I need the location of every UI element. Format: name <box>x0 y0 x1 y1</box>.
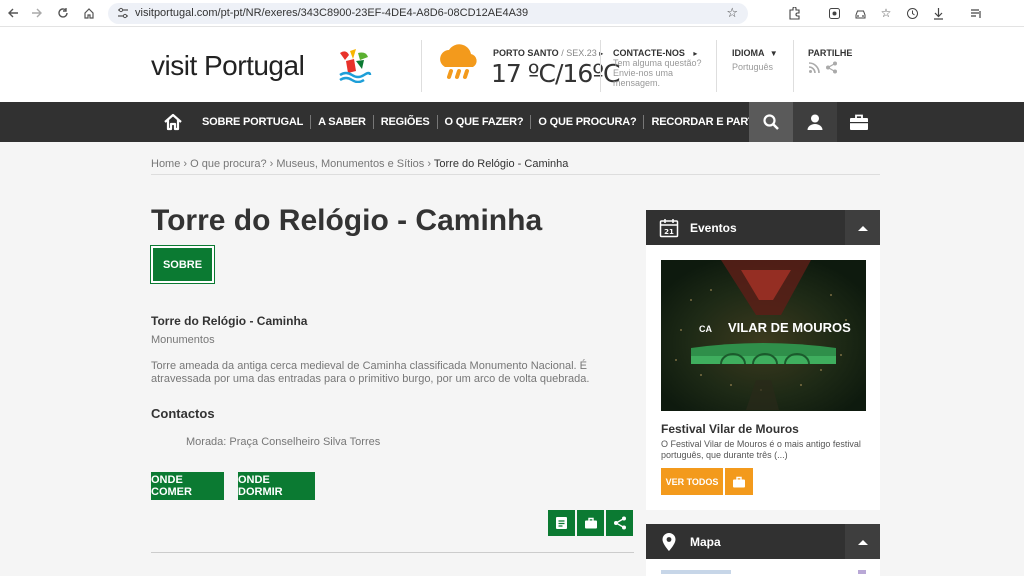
briefcase-icon <box>584 517 597 529</box>
nav-o-que-procura[interactable]: O QUE PROCURA? <box>531 116 643 128</box>
add-to-briefcase-button[interactable] <box>577 510 604 536</box>
breadcrumb-current: Torre do Relógio - Caminha <box>433 158 569 170</box>
url-text: visitportugal.com/pt-pt/NR/exeres/343C89… <box>135 7 529 19</box>
language-value: Português <box>732 62 774 72</box>
contact-line-2: Envie-nos uma <box>613 68 674 78</box>
language-title: IDIOMA <box>732 48 765 58</box>
download-icon[interactable] <box>930 5 946 21</box>
extensions-icon[interactable] <box>786 5 802 21</box>
forward-icon[interactable] <box>28 4 46 22</box>
share-icons <box>808 61 838 74</box>
favorites-icon[interactable]: ☆ <box>878 5 894 21</box>
onde-comer-button[interactable]: ONDE COMER <box>151 472 224 500</box>
site-header: visit Portugal PORTO SANTO / SEX.23 ▸ 17… <box>0 27 1024 102</box>
breadcrumb: Home › O que procura? › Museus, Monument… <box>151 158 569 170</box>
address-text: Morada: Praça Conselheiro Silva Torres <box>186 436 381 448</box>
event-description: O Festival Vilar de Mouros é o mais anti… <box>661 439 861 460</box>
calendar-day: 21 <box>664 228 674 236</box>
share-icon[interactable] <box>825 61 838 74</box>
nav-o-que-fazer[interactable]: O QUE FAZER? <box>438 116 531 128</box>
briefcase-button[interactable] <box>837 102 881 142</box>
weather-rain-icon <box>440 44 477 79</box>
reading-list-icon[interactable] <box>968 5 984 21</box>
map-title: Mapa <box>690 535 721 549</box>
sobre-button[interactable]: SOBRE <box>150 245 215 284</box>
bookmark-star-icon[interactable]: ☆ <box>726 5 738 21</box>
search-button[interactable] <box>749 102 793 142</box>
map-header: Mapa <box>646 524 880 559</box>
chevron-up-icon <box>857 539 868 545</box>
contact-link[interactable]: CONTACTE-NOS ▸ <box>613 48 697 58</box>
briefcase-icon <box>733 476 745 487</box>
breadcrumb-museus[interactable]: Museus, Monumentos e Sítios <box>276 158 424 170</box>
map-collapse-button[interactable] <box>845 524 880 559</box>
share-button[interactable] <box>606 510 633 536</box>
events-briefcase-button[interactable] <box>725 468 753 495</box>
user-icon <box>807 114 823 130</box>
event-image[interactable]: CA VILAR DE MOUROS <box>661 260 866 411</box>
language-selector[interactable]: IDIOMA ▼ <box>732 48 778 58</box>
page-content: Home › O que procura? › Museus, Monument… <box>0 142 1024 576</box>
rss-icon[interactable] <box>808 61 821 74</box>
calendar-icon: 21 <box>659 219 679 238</box>
breadcrumb-o-que-procura[interactable]: O que procura? <box>190 158 266 170</box>
briefcase-icon <box>850 114 868 130</box>
events-widget: 21 Eventos CA VILAR DE MOUROS Festival V… <box>646 210 880 510</box>
share-icon <box>613 516 626 530</box>
share-title: PARTILHE <box>808 48 853 58</box>
browser-toolbar: visitportugal.com/pt-pt/NR/exeres/343C89… <box>0 0 1024 27</box>
nav-sobre-portugal[interactable]: SOBRE PORTUGAL <box>195 116 310 128</box>
breadcrumb-home[interactable]: Home <box>151 158 180 170</box>
contacts-heading: Contactos <box>151 406 215 421</box>
contact-title: CONTACTE-NOS <box>613 48 685 58</box>
map-widget: Mapa <box>646 524 880 576</box>
main-navigation: SOBRE PORTUGAL A SABER REGIÕES O QUE FAZ… <box>0 102 1024 142</box>
item-title: Torre do Relógio - Caminha <box>151 314 308 328</box>
onde-dormir-button[interactable]: ONDE DORMIR <box>238 472 315 500</box>
event-image-text: VILAR DE MOUROS <box>728 320 851 335</box>
events-title: Eventos <box>690 221 737 235</box>
reload-icon[interactable] <box>54 4 72 22</box>
events-header: 21 Eventos <box>646 210 880 245</box>
weather-date: / SEX.23 <box>561 48 597 58</box>
document-icon <box>556 517 567 529</box>
contact-line-3: mensagem. <box>613 78 661 88</box>
address-bar[interactable]: visitportugal.com/pt-pt/NR/exeres/343C89… <box>108 3 748 24</box>
map-pin-icon <box>662 533 676 551</box>
nav-a-saber[interactable]: A SABER <box>311 116 373 128</box>
event-title[interactable]: Festival Vilar de Mouros <box>661 422 799 436</box>
history-icon[interactable] <box>904 5 920 21</box>
page-title: Torre do Relógio - Caminha <box>151 204 543 237</box>
portugal-logo-icon <box>339 49 372 83</box>
user-button[interactable] <box>793 102 837 142</box>
weather-city: PORTO SANTO <box>493 48 559 58</box>
lens-icon[interactable] <box>826 5 842 21</box>
back-icon[interactable] <box>4 4 22 22</box>
ver-todos-button[interactable]: VER TODOS <box>661 468 723 495</box>
events-collapse-button[interactable] <box>845 210 880 245</box>
site-info-icon[interactable] <box>116 6 130 20</box>
home-icon[interactable] <box>163 112 183 132</box>
item-category: Monumentos <box>151 334 215 346</box>
print-button[interactable] <box>548 510 575 536</box>
contact-line-1: Tem alguma questão? <box>613 58 702 68</box>
event-image-logo: CA <box>699 324 712 334</box>
site-logo[interactable]: visit Portugal <box>151 50 305 82</box>
weather-location: PORTO SANTO / SEX.23 ▸ <box>493 48 604 58</box>
home-browser-icon[interactable] <box>80 4 98 22</box>
nav-menu: SOBRE PORTUGAL A SABER REGIÕES O QUE FAZ… <box>195 102 794 142</box>
item-description: Torre ameada da antiga cerca medieval de… <box>151 360 590 385</box>
nav-regioes[interactable]: REGIÕES <box>374 116 437 128</box>
car-icon[interactable] <box>852 5 868 21</box>
search-icon <box>763 114 779 130</box>
chevron-up-icon <box>857 225 868 231</box>
